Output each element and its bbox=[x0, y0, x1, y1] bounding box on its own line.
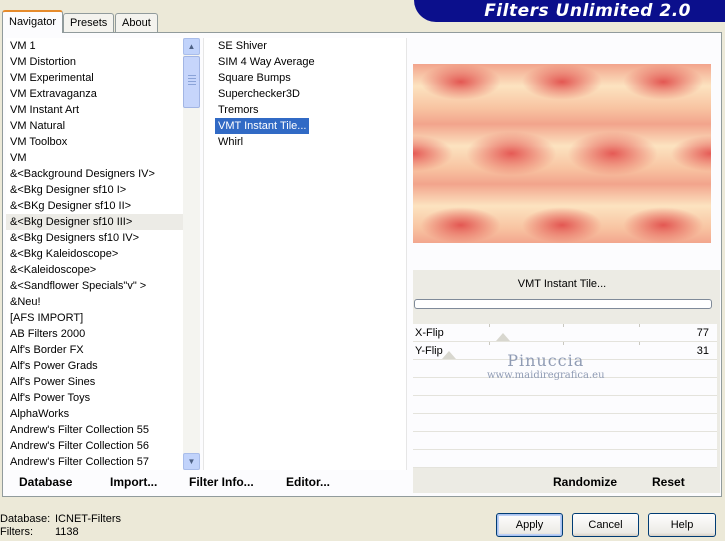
filter-item-label: Square Bumps bbox=[218, 72, 291, 84]
scroll-up-button[interactable]: ▲ bbox=[183, 38, 200, 55]
grip-icon bbox=[188, 75, 196, 76]
preview-panel: VMT Instant Tile... X-Flip 77 Y-Flip 31 bbox=[410, 38, 720, 493]
watermark: Pinuccia www.maidiregrafica.eu bbox=[487, 351, 605, 381]
category-item[interactable]: Alf's Power Grads bbox=[6, 358, 184, 374]
editor-button[interactable]: Editor... bbox=[286, 475, 330, 491]
scroll-down-button[interactable]: ▼ bbox=[183, 453, 200, 470]
category-item[interactable]: VM Toolbox bbox=[6, 134, 184, 150]
category-item[interactable]: VM 1 bbox=[6, 38, 184, 54]
param-empty-row bbox=[413, 450, 717, 468]
param-empty-row bbox=[413, 396, 717, 414]
database-button[interactable]: Database bbox=[19, 475, 72, 491]
category-item[interactable]: &<Bkg Kaleidoscope> bbox=[6, 246, 184, 262]
filters-label: Filters: bbox=[0, 526, 33, 538]
filters-info: Filters: 1138 bbox=[0, 526, 79, 538]
category-item[interactable]: Andrew's Filter Collection 55 bbox=[6, 422, 184, 438]
category-item[interactable]: [AFS IMPORT] bbox=[6, 310, 184, 326]
main-panel: VM 1 VM Distortion VM Experimental VM Extra… bbox=[2, 32, 722, 497]
help-button[interactable]: Help bbox=[648, 513, 716, 537]
category-item[interactable]: AlphaWorks bbox=[6, 406, 184, 422]
param-value: 31 bbox=[696, 345, 709, 357]
category-item[interactable]: &<Bkg Designers sf10 IV> bbox=[6, 230, 184, 246]
category-item[interactable]: AB Filters 2000 bbox=[6, 326, 184, 342]
category-item[interactable]: VM Instant Art bbox=[6, 102, 184, 118]
filter-item[interactable]: VMT Instant Tile... bbox=[204, 118, 406, 134]
param-label: X-Flip bbox=[415, 327, 444, 339]
category-item[interactable]: &<Bkg Designer sf10 III> bbox=[6, 214, 184, 230]
category-item[interactable]: &<BKg Designer sf10 II> bbox=[6, 198, 184, 214]
arrow-up-icon: ▲ bbox=[187, 42, 196, 51]
filter-item-label: SIM 4 Way Average bbox=[218, 56, 315, 68]
reset-button[interactable]: Reset bbox=[652, 475, 685, 491]
filters-count: 1138 bbox=[55, 526, 79, 538]
scroll-thumb[interactable] bbox=[183, 56, 200, 108]
param-x-flip[interactable]: X-Flip 77 bbox=[413, 324, 717, 342]
watermark-url: www.maidiregrafica.eu bbox=[487, 370, 605, 381]
param-label: Y-Flip bbox=[415, 345, 443, 357]
category-item[interactable]: VM Natural bbox=[6, 118, 184, 134]
category-item[interactable]: Andrew's Filter Collection 56 bbox=[6, 438, 184, 454]
filter-item-label: SE Shiver bbox=[218, 40, 267, 52]
category-item[interactable]: &<Sandflower Specials"v" > bbox=[6, 278, 184, 294]
filter-item[interactable]: Tremors bbox=[204, 102, 406, 118]
param-empty-row bbox=[413, 432, 717, 450]
parameter-list: X-Flip 77 Y-Flip 31 Pinuccia www.maidire… bbox=[413, 324, 717, 468]
category-item[interactable]: VM Extravaganza bbox=[6, 86, 184, 102]
tab-presets[interactable]: Presets bbox=[63, 13, 115, 32]
tab-navigator[interactable]: Navigator bbox=[2, 10, 64, 33]
filter-item[interactable]: Square Bumps bbox=[204, 70, 406, 86]
filter-item-label: Superchecker3D bbox=[218, 88, 300, 100]
filter-item-label: Tremors bbox=[218, 104, 259, 116]
randomize-button[interactable]: Randomize bbox=[553, 475, 617, 491]
slider-knob[interactable] bbox=[442, 351, 456, 359]
category-item[interactable]: &<Background Designers IV> bbox=[6, 166, 184, 182]
filter-item-label: Whirl bbox=[218, 136, 244, 148]
category-item[interactable]: VM Distortion bbox=[6, 54, 184, 70]
filter-list[interactable]: SE Shiver SIM 4 Way Average Square Bumps Su… bbox=[203, 38, 407, 470]
category-item[interactable]: &<Kaleidoscope> bbox=[6, 262, 184, 278]
slider-knob[interactable] bbox=[496, 333, 510, 341]
app-title: Filters Unlimited 2.0 bbox=[484, 1, 691, 21]
category-list[interactable]: VM 1 VM Distortion VM Experimental VM Extra… bbox=[6, 38, 184, 470]
param-value: 77 bbox=[696, 327, 709, 339]
progress-bar bbox=[414, 299, 712, 309]
database-label: Database: bbox=[0, 513, 51, 525]
filter-info-button[interactable]: Filter Info... bbox=[189, 475, 254, 491]
watermark-name: Pinuccia bbox=[507, 351, 585, 370]
apply-button[interactable]: Apply bbox=[496, 513, 563, 537]
filter-item[interactable]: SIM 4 Way Average bbox=[204, 54, 406, 70]
category-item[interactable]: VM bbox=[6, 150, 184, 166]
app-title-banner: Filters Unlimited 2.0 bbox=[414, 0, 725, 22]
tab-about[interactable]: About bbox=[115, 13, 158, 32]
category-item[interactable]: Andrew's Filter Collection 57 bbox=[6, 454, 184, 470]
cancel-button[interactable]: Cancel bbox=[572, 513, 639, 537]
preview-image bbox=[413, 64, 711, 243]
filter-item[interactable]: Superchecker3D bbox=[204, 86, 406, 102]
param-empty-row bbox=[413, 414, 717, 432]
database-info: Database: ICNET-Filters bbox=[0, 513, 121, 525]
database-value: ICNET-Filters bbox=[55, 513, 121, 525]
import-button[interactable]: Import... bbox=[110, 475, 157, 491]
category-item[interactable]: &<Bkg Designer sf10 I> bbox=[6, 182, 184, 198]
filter-item-label: VMT Instant Tile... bbox=[215, 118, 310, 134]
category-item[interactable]: VM Experimental bbox=[6, 70, 184, 86]
arrow-down-icon: ▼ bbox=[187, 457, 196, 466]
filter-item[interactable]: SE Shiver bbox=[204, 38, 406, 54]
current-filter-name: VMT Instant Tile... bbox=[517, 278, 607, 290]
category-item[interactable]: &Neu! bbox=[6, 294, 184, 310]
category-item[interactable]: Alf's Power Toys bbox=[6, 390, 184, 406]
category-item[interactable]: Alf's Power Sines bbox=[6, 374, 184, 390]
category-scrollbar[interactable]: ▲ ▼ bbox=[183, 38, 200, 470]
filter-item[interactable]: Whirl bbox=[204, 134, 406, 150]
category-item[interactable]: Alf's Border FX bbox=[6, 342, 184, 358]
